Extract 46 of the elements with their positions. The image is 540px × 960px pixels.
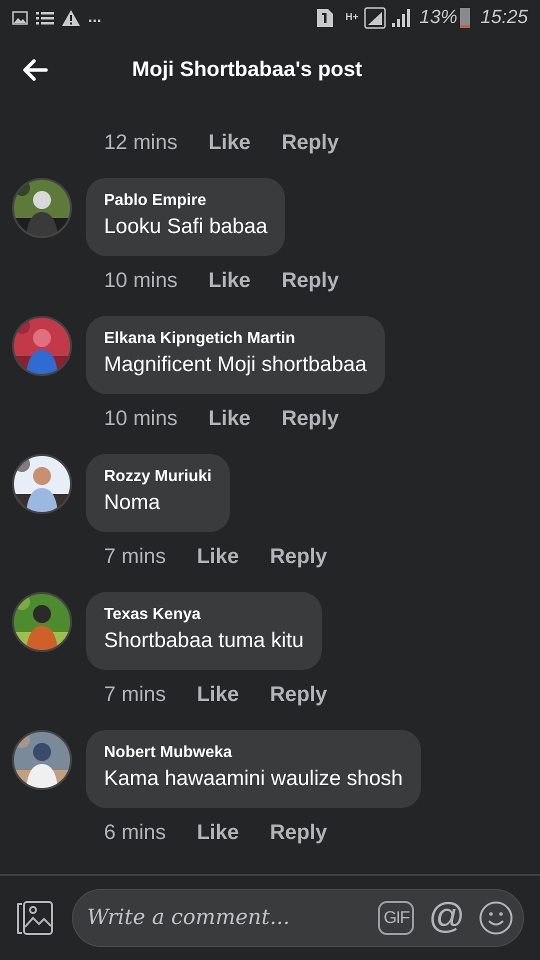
comment-author[interactable]: Pablo Empire [104,192,268,210]
reply-button[interactable]: Reply [270,541,328,573]
comment-time: 7 mins [104,544,166,570]
comment-text: Shortbabaa tuma kitu [104,628,304,654]
signal-icon [391,9,412,27]
emoji-icon[interactable] [479,901,513,935]
comment-time: 10 mins [104,268,178,294]
comment-text: Looku Safi babaa [104,214,268,240]
battery-percent: 13% [419,6,458,30]
comment-author[interactable]: Rozzy Muriuki [104,468,212,486]
comment-time: 10 mins [104,406,178,432]
comment-text: Magnificent Moji shortbabaa [104,352,367,378]
comment-author[interactable]: Elkana Kipngetich Martin [104,330,367,348]
back-arrow-icon[interactable] [22,59,48,81]
reply-button[interactable]: Reply [282,265,339,297]
clock: 15:25 [480,6,528,30]
like-button[interactable]: Like [196,817,239,849]
comment-time: 12 mins [104,130,178,156]
like-button[interactable]: Like [208,403,251,435]
battery-icon [460,8,470,28]
reply-button[interactable]: Reply [270,679,328,711]
comment-author[interactable]: Texas Kenya [104,606,304,624]
reply-button[interactable]: Reply [282,403,339,435]
reply-button[interactable]: Reply [282,127,339,159]
comment-text: Noma [104,490,162,516]
comment-text: Kama hawaamini waulize shosh [104,766,403,792]
reply-button[interactable]: Reply [270,817,328,849]
comment-field[interactable]: Write a comment... GIF @ [72,889,524,947]
like-button[interactable]: Like [196,541,239,573]
signal-icon [364,7,386,29]
sim-card-icon [317,9,334,27]
like-button[interactable]: Like [196,679,239,711]
overflow-indicator: ... [88,8,102,28]
mention-button[interactable]: @ [428,898,465,934]
comment-author[interactable]: Nobert Mubweka [104,744,403,762]
comment-time: 6 mins [104,820,166,846]
gif-button[interactable]: GIF [378,901,414,935]
like-button[interactable]: Like [208,265,251,297]
warning-icon [62,10,80,26]
photo-icon[interactable] [16,900,54,936]
network-type: H+ [345,13,358,23]
post-title: Moji Shortbabaa's post [132,57,362,84]
list-icon [36,11,54,25]
image-icon [12,11,28,25]
comment-time: 7 mins [104,682,166,708]
like-button[interactable]: Like [208,127,251,159]
